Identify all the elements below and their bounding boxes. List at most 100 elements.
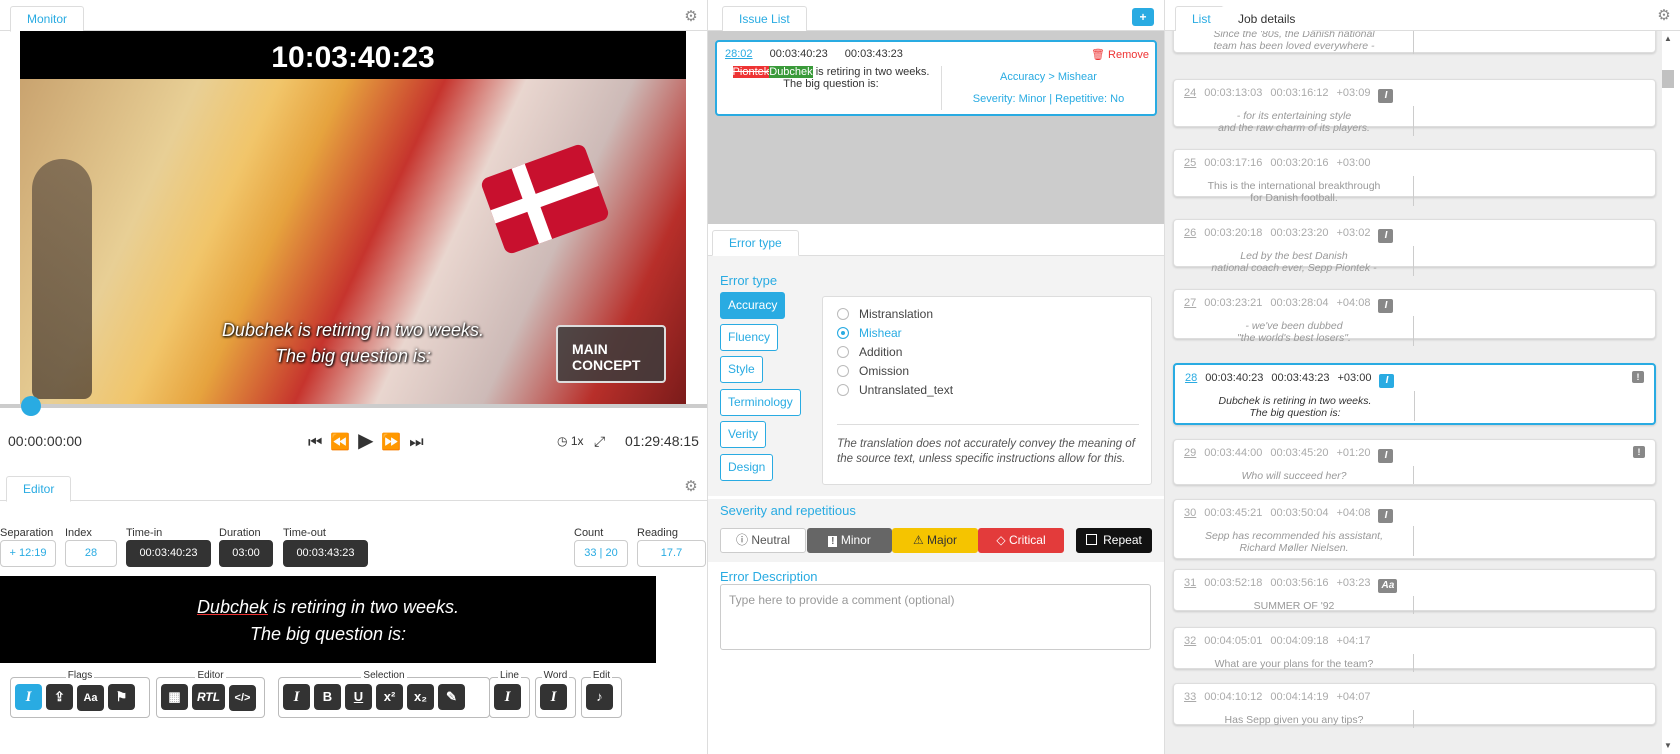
- category-fluency[interactable]: Fluency: [720, 324, 779, 351]
- subtitle-list-item[interactable]: 32 00:04:05:01 00:04:09:18 +04:17 What are y…: [1173, 627, 1656, 672]
- tab-list[interactable]: List: [1175, 6, 1228, 32]
- list-item-index[interactable]: 32: [1184, 635, 1196, 647]
- list-item-text: - we've been dubbed "the world's best los…: [1174, 320, 1414, 344]
- list-settings-gear-icon[interactable]: ⚙: [1656, 8, 1672, 24]
- subscript-button[interactable]: x₂: [407, 684, 434, 710]
- superscript-button[interactable]: x²: [376, 684, 403, 710]
- list-scrollbar[interactable]: ▲ ▼: [1662, 34, 1674, 750]
- subtitle-list-item[interactable]: 33 00:04:10:12 00:04:14:19 +04:07 Has Sepp g…: [1173, 683, 1656, 728]
- spelling-error-word[interactable]: Dubchek: [197, 597, 268, 617]
- subtitle-list-item[interactable]: ISince the '80s, the Danish nationalteam…: [1173, 31, 1656, 54]
- error-comment-input[interactable]: Type here to provide a comment (optional…: [720, 584, 1151, 650]
- play-icon[interactable]: ▶: [358, 430, 373, 452]
- severity-major-button[interactable]: ⚠ Major: [892, 528, 978, 553]
- option-omission[interactable]: Omission: [837, 364, 909, 378]
- list-item-index[interactable]: 24: [1184, 87, 1196, 99]
- brush-icon[interactable]: ✎: [438, 684, 465, 710]
- case-flag-button[interactable]: Aa: [77, 685, 104, 711]
- scrollbar-thumb[interactable]: [1662, 70, 1674, 88]
- error-type-heading: Error type: [720, 273, 778, 288]
- monitor-settings-gear-icon[interactable]: ⚙: [683, 9, 699, 25]
- issue-link[interactable]: 28:02: [725, 48, 753, 60]
- upload-icon[interactable]: ⇪: [46, 684, 73, 710]
- word-italic-button[interactable]: I: [540, 684, 567, 710]
- skip-end-icon[interactable]: ⏭: [409, 432, 423, 454]
- subtitle-list-item[interactable]: 29 00:03:44:00 00:03:45:20 +01:20 I Who will …: [1173, 439, 1656, 485]
- list-item-index[interactable]: 27: [1184, 297, 1196, 309]
- fullscreen-icon[interactable]: ⤢: [594, 430, 605, 452]
- category-accuracy[interactable]: Accuracy: [720, 292, 786, 319]
- severity-neutral-button[interactable]: ⓘ Neutral: [720, 528, 806, 553]
- subtitle-list-item[interactable]: 24 00:03:13:03 00:03:16:12 +03:09 I - for its…: [1173, 79, 1656, 136]
- timeline-scrubber[interactable]: [0, 396, 707, 416]
- list-item-time-in: 00:03:20:18: [1204, 227, 1263, 239]
- speed-control[interactable]: ◷ 1x: [557, 430, 584, 452]
- tab-issue-list[interactable]: Issue List: [722, 6, 807, 32]
- issue-card[interactable]: 28:02 00:03:40:23 00:03:43:23 🗑 Remove P…: [715, 40, 1157, 116]
- current-time: 00:00:00:00: [8, 433, 82, 449]
- issue-flag-icon: !: [1632, 371, 1644, 383]
- list-item-text: This is the international breakthrough fo…: [1174, 180, 1414, 204]
- separation-field[interactable]: + 12:19: [0, 540, 56, 567]
- subtitle-list-item[interactable]: 31 00:03:52:18 00:03:56:16 +03:23 Aa SUMMER O…: [1173, 569, 1656, 614]
- list-item-index[interactable]: 31: [1184, 577, 1196, 589]
- italic-flag-button[interactable]: I: [15, 684, 42, 710]
- grid-icon[interactable]: ▦: [161, 684, 188, 710]
- editor-tabbar: Editor ⚙: [0, 470, 707, 502]
- list-item-index[interactable]: 33: [1184, 691, 1196, 703]
- timeout-field[interactable]: 00:03:43:23: [283, 540, 368, 567]
- add-issue-button[interactable]: +: [1132, 8, 1154, 26]
- list-item-index[interactable]: 28: [1185, 372, 1197, 384]
- subtitle-list-item[interactable]: 26 00:03:20:18 00:03:23:20 +03:02 I Led by th…: [1173, 219, 1656, 276]
- code-button[interactable]: </>: [229, 685, 256, 711]
- severity-critical-button[interactable]: ◇ Critical: [978, 528, 1064, 553]
- option-addition[interactable]: Addition: [837, 345, 902, 359]
- subtitle-list-item[interactable]: 25 00:03:17:16 00:03:20:16 +03:00 This is th…: [1173, 149, 1656, 206]
- rewind-icon[interactable]: ⏪: [330, 432, 350, 454]
- category-verity[interactable]: Verity: [720, 421, 767, 448]
- list-item-index[interactable]: 30: [1184, 507, 1196, 519]
- rtl-button[interactable]: RTL: [192, 684, 225, 710]
- remove-issue-button[interactable]: 🗑 Remove: [1091, 48, 1149, 61]
- bold-button[interactable]: B: [314, 684, 341, 710]
- list-item-index[interactable]: 29: [1184, 447, 1196, 459]
- list-item-index[interactable]: 25: [1184, 157, 1196, 169]
- option-mishear[interactable]: Mishear: [837, 326, 902, 340]
- repeat-toggle[interactable]: Repeat: [1076, 528, 1152, 553]
- scroll-up-icon[interactable]: ▲: [1664, 34, 1672, 43]
- scrubber-handle[interactable]: [21, 396, 41, 416]
- category-terminology[interactable]: Terminology: [720, 389, 801, 416]
- editor-settings-gear-icon[interactable]: ⚙: [683, 479, 699, 495]
- tab-job-details[interactable]: Job details: [1221, 6, 1313, 32]
- tab-editor[interactable]: Editor: [6, 476, 72, 502]
- italic-button[interactable]: I: [283, 684, 310, 710]
- monitor-tabbar: Monitor ⚙: [0, 0, 707, 32]
- tab-error-type[interactable]: Error type: [712, 230, 799, 256]
- subtitle-list-item[interactable]: 30 00:03:45:21 00:03:50:04 +04:08 I Sepp has …: [1173, 499, 1656, 559]
- issue-severity: Severity: Minor | Repetitive: No: [972, 93, 1125, 105]
- list-item-index[interactable]: 26: [1184, 227, 1196, 239]
- music-note-icon[interactable]: ♪: [586, 684, 613, 710]
- severity-minor-button[interactable]: ! Minor: [807, 528, 892, 553]
- subtitle-text-editor[interactable]: Dubchek is retiring in two weeks. The bi…: [0, 576, 656, 663]
- index-field[interactable]: 28: [65, 540, 117, 567]
- option-untranslated-text[interactable]: Untranslated_text: [837, 383, 953, 397]
- underline-button[interactable]: U: [345, 684, 372, 710]
- tab-monitor[interactable]: Monitor: [10, 6, 85, 32]
- list-item-text: Led by the best Danish national coach eve…: [1174, 250, 1414, 274]
- flag-icon[interactable]: ⚑: [108, 684, 135, 710]
- line-italic-button[interactable]: I: [494, 684, 521, 710]
- scroll-down-icon[interactable]: ▼: [1664, 741, 1672, 750]
- word-group-label: Word: [541, 670, 570, 681]
- subtitle-list-pane: List Job details ⚙ I Since the '80s, the …: [1165, 0, 1680, 754]
- timein-field[interactable]: 00:03:40:23: [126, 540, 211, 567]
- skip-start-icon[interactable]: ⏮: [308, 432, 322, 454]
- category-design[interactable]: Design: [720, 454, 774, 481]
- option-mistranslation[interactable]: Mistranslation: [837, 307, 933, 321]
- duration-field[interactable]: 03:00: [219, 540, 273, 567]
- category-style[interactable]: Style: [720, 356, 763, 383]
- subtitle-list-item[interactable]: 28 00:03:40:23 00:03:43:23 +03:00 I Dubchek i…: [1173, 363, 1656, 425]
- fast-forward-icon[interactable]: ⏩: [381, 432, 401, 454]
- subtitle-list-item[interactable]: 27 00:03:23:21 00:03:28:04 +04:08 I - we've b…: [1173, 289, 1656, 346]
- video-player[interactable]: 10:03:40:23 Dubchek is retiring in two w…: [20, 31, 686, 405]
